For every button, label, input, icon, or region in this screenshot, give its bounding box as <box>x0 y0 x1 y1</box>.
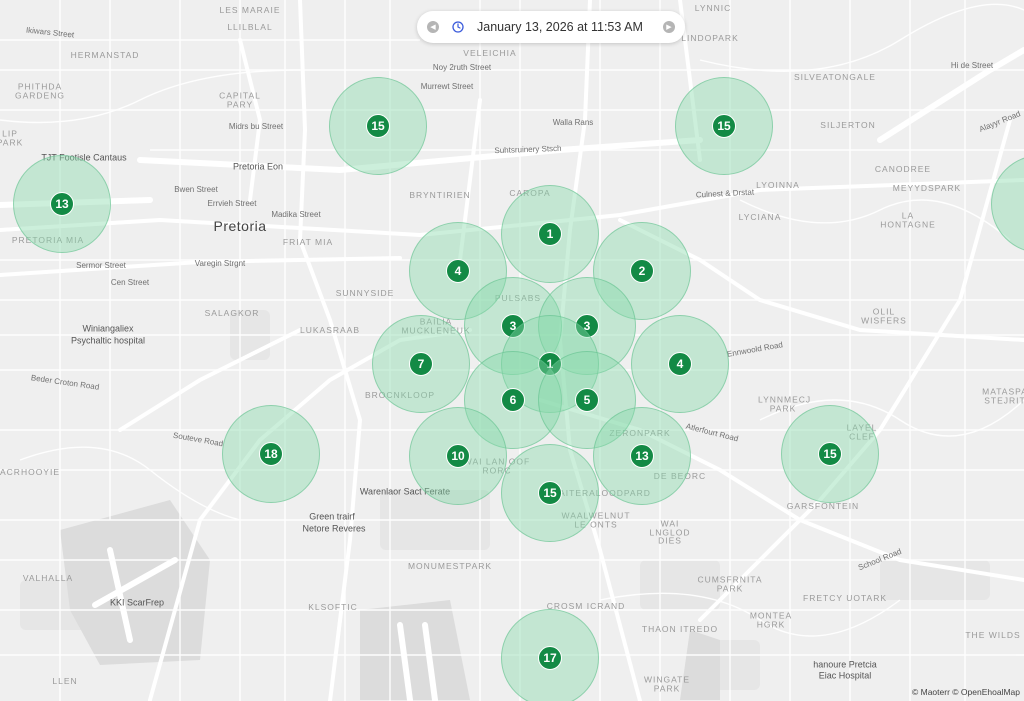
cluster-marker[interactable]: 15 <box>329 77 427 175</box>
cluster-marker[interactable]: 15 <box>781 405 879 503</box>
map-label: LYCIANA <box>738 211 782 222</box>
map-label: HERMANSTAD <box>70 49 140 60</box>
street-label: Walla Rans <box>552 118 594 127</box>
map-label: VELEICHIA <box>463 47 517 58</box>
cluster-marker[interactable]: 13 <box>593 407 691 505</box>
map-label: VALHALLA <box>22 572 74 583</box>
map-label: ACRHOOYIE <box>0 466 61 477</box>
place-label: hanoure Pretcia <box>813 659 877 670</box>
cluster-count: 15 <box>538 481 562 505</box>
cluster-marker[interactable]: 1 <box>501 185 599 283</box>
map-label: LLEN <box>52 675 78 686</box>
map-label: MATASPA STEJRIT <box>982 386 1024 405</box>
cluster-count: 18 <box>259 442 283 466</box>
cluster-count: 4 <box>668 352 692 376</box>
map-label: MONTEA HGRK <box>749 610 793 629</box>
street-label: Cen Street <box>110 278 150 287</box>
attribution-link-provider[interactable]: Maoterr <box>921 687 950 697</box>
map-label: LES MARAIE <box>219 4 281 15</box>
place-label: Pretoria Eon <box>232 161 284 172</box>
chevron-left-icon[interactable]: ◀ <box>427 21 439 33</box>
map-label: SILVEATONGALE <box>794 71 876 82</box>
map-label: PHITHDA GARDENG <box>15 81 65 100</box>
map-label: THAON ITREDO <box>641 623 719 634</box>
map-label: FRIAT MIA <box>282 236 334 247</box>
clock-icon <box>451 20 465 34</box>
map-attribution: © Maoterr © OpenEhoalMap <box>912 687 1020 697</box>
street-label: Noy 2ruth Street <box>432 63 492 72</box>
place-label: Winiangaliex <box>82 323 134 334</box>
map-label: LYNNIC <box>694 2 732 13</box>
cluster-count: 2 <box>630 259 654 283</box>
cluster-marker[interactable]: 7 <box>372 315 470 413</box>
street-label: Madika Street <box>271 210 321 219</box>
street-label: Bwen Street <box>174 185 218 194</box>
place-label: Psychaltic hospital <box>70 335 146 346</box>
map-label: OLIL WISFERS <box>861 306 907 325</box>
attribution-link-data[interactable]: OpenEhoalMap <box>961 687 1020 697</box>
cluster-count: 17 <box>538 646 562 670</box>
cluster-count: 5 <box>575 388 599 412</box>
map-label: LYOINNA <box>756 179 800 190</box>
place-label: Netore Reveres <box>302 523 366 534</box>
cluster-count: 10 <box>446 444 470 468</box>
timestamp-text: January 13, 2026 at 11:53 AM <box>477 20 643 34</box>
place-label: Green trairf <box>309 511 355 522</box>
place-label: KKI ScarFrep <box>109 597 165 608</box>
map-label: LIP PARK <box>0 128 24 147</box>
street-label: Murrewt Street <box>420 82 474 91</box>
cluster-marker[interactable]: 15 <box>501 444 599 542</box>
time-control: ◀ January 13, 2026 at 11:53 AM ▶ <box>417 11 685 43</box>
map-label: SALAGKOR <box>204 307 260 318</box>
map-label: SILJERTON <box>820 119 876 130</box>
map-canvas[interactable]: LES MARAIE LLILBLAL HERMANSTAD PHITHDA G… <box>0 0 1024 701</box>
street-label: Errvieh Street <box>207 199 257 208</box>
cluster-marker[interactable]: 10 <box>409 407 507 505</box>
map-label: LUKASRAAB <box>299 324 361 335</box>
map-label: LYNNMECJ PARK <box>758 394 812 413</box>
map-label: CUMSFRNITA PARK <box>697 574 763 593</box>
place-label: Eiac Hospital <box>818 670 872 681</box>
city-label: Pretoria <box>213 218 267 234</box>
map-label: CAPITAL PARY <box>219 90 261 109</box>
cluster-count: 13 <box>50 192 74 216</box>
map-label: SUNNYSIDE <box>335 287 395 298</box>
cluster-marker[interactable]: 17 <box>501 609 599 701</box>
map-label: MEYYDSPARK <box>892 182 962 193</box>
cluster-count: 15 <box>818 442 842 466</box>
map-label: LA HONTAGNE <box>880 210 936 229</box>
street-label: Sermor Street <box>76 261 126 270</box>
cluster-count: 4 <box>446 259 470 283</box>
map-label: MONUMESTPARK <box>407 560 493 571</box>
map-label: LINDOPARK <box>681 32 739 43</box>
street-label: Midrs bu Street <box>228 122 284 131</box>
map-label: GARSFONTEIN <box>786 500 860 511</box>
copyright-symbol: © <box>911 687 919 697</box>
street-label: Hi de Street <box>950 61 994 70</box>
map-label: FRETCY UOTARK <box>803 592 887 603</box>
cluster-marker[interactable]: 18 <box>222 405 320 503</box>
map-label: THE WILDS <box>965 629 1021 640</box>
cluster-count: 7 <box>409 352 433 376</box>
cluster-count: 6 <box>501 388 525 412</box>
map-label: CANODREE <box>874 163 932 174</box>
copyright-symbol: © <box>952 687 959 697</box>
cluster-marker[interactable]: 13 <box>13 155 111 253</box>
cluster-count: 15 <box>712 114 736 138</box>
cluster-marker[interactable]: 4 <box>631 315 729 413</box>
cluster-marker[interactable]: 15 <box>675 77 773 175</box>
map-label: WAI LNGLOD DIES <box>649 518 691 546</box>
cluster-count: 15 <box>366 114 390 138</box>
map-label: WINGATE PARK <box>643 674 691 693</box>
street-label: Varegin Strgnt <box>194 259 246 268</box>
map-label: KLSOFTIC <box>308 601 358 612</box>
chevron-right-icon[interactable]: ▶ <box>663 21 675 33</box>
cluster-count: 13 <box>630 444 654 468</box>
map-label: BRYNTIRIEN <box>409 189 471 200</box>
map-label: LLILBLAL <box>227 21 273 32</box>
cluster-count: 1 <box>538 222 562 246</box>
